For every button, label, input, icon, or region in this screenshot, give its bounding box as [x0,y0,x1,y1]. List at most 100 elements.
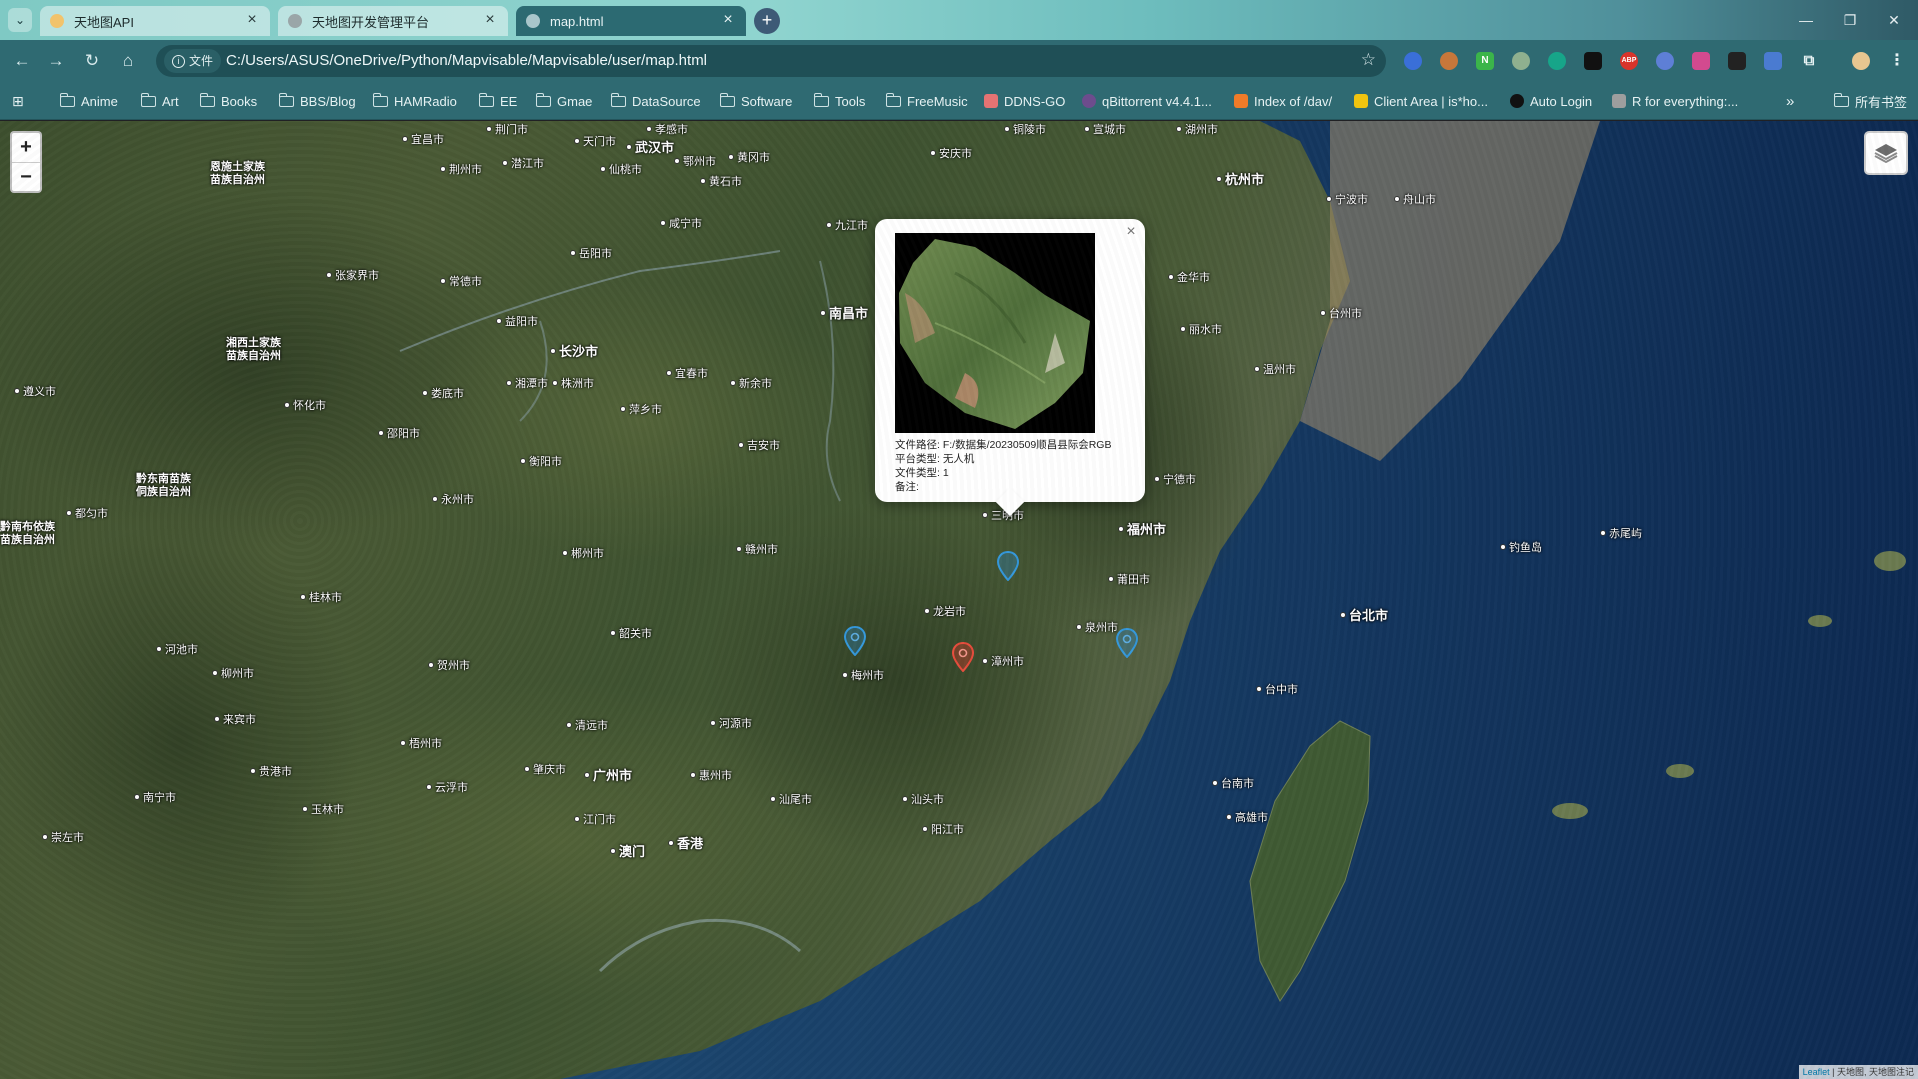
qbittorrent-icon [1082,94,1096,108]
bookmark-ddns-go[interactable]: DDNS-GO [984,91,1065,111]
place-label: 岳阳市 [570,245,612,261]
bookmark-folder-datasource[interactable]: DataSource [610,91,701,111]
bookmark-folder-books[interactable]: Books [199,91,257,111]
site-info-label: 文件 [189,54,214,68]
extension-cookie-icon[interactable] [1440,52,1458,70]
city-dot-icon [502,160,508,166]
extension-share-icon[interactable] [1656,52,1674,70]
tab-search-chevron-icon[interactable]: ⌄ [8,8,32,32]
bookmark-client-area[interactable]: Client Area | is*ho... [1354,91,1488,111]
extension-circle-icon[interactable] [1512,52,1530,70]
bookmark-folder-art[interactable]: Art [140,91,179,111]
bookmark-folder-anime[interactable]: Anime [59,91,118,111]
map-marker-blue-selected[interactable] [997,551,1019,581]
place-label: 黔东南苗族 侗族自治州 [136,473,191,499]
place-label: 九江市 [826,217,868,233]
bookmark-r-for-everything[interactable]: R for everything:... [1612,91,1738,111]
bookmark-folder-freemusic[interactable]: FreeMusic [885,91,968,111]
place-label: 赣州市 [736,541,778,557]
site-info-button[interactable]: i 文件 [164,49,222,73]
place-label: 郴州市 [562,545,604,561]
extension-dark-icon[interactable] [1584,52,1602,70]
city-dot-icon [674,158,680,164]
adblock-icon[interactable]: ABP [1620,52,1638,70]
tab-tianditu-api[interactable]: 天地图API × [40,6,270,36]
place-name: 娄底市 [431,388,464,400]
zoom-out-button[interactable]: − [12,162,40,191]
satellite-map[interactable]: 荆门市 孝感市 铜陵市 宣城市 湖州市 宜昌市 天门市 武汉市 鄂州市 黄冈市 安庆市 杭州市 恩施土家… [0,121,1918,1079]
place-name: 台北市 [1349,608,1389,623]
forward-icon[interactable]: → [44,49,68,73]
place-label: 河池市 [156,641,198,657]
folder-icon [59,92,75,107]
city-dot-icon [1168,274,1174,280]
back-icon[interactable]: ← [10,49,34,73]
place-name: 九江市 [835,220,868,232]
address-bar[interactable]: i 文件 C:/Users/ASUS/OneDrive/Python/Mapvi… [156,45,1386,77]
popup-close-button[interactable]: × [1123,223,1139,241]
tab-tianditu-dev-platform[interactable]: 天地图开发管理平台 × [278,6,508,36]
extension-refresh-icon[interactable] [1548,52,1566,70]
extension-incognito-icon[interactable] [1728,52,1746,70]
place-label: 梧州市 [400,735,442,751]
bookmark-folder-hamradio[interactable]: HAMRadio [372,91,457,111]
bookmark-folder-gmae[interactable]: Gmae [535,91,592,111]
city-dot-icon [924,608,930,614]
bookmark-qbittorrent[interactable]: qBittorrent v4.4.1... [1082,91,1212,111]
place-label: 黄冈市 [728,149,770,165]
place-label: 娄底市 [422,385,464,401]
folder-icon [372,92,388,107]
place-name: 南宁市 [143,792,176,804]
restore-icon[interactable]: ❐ [1830,8,1870,32]
leaflet-link[interactable]: Leaflet [1803,1067,1830,1077]
zoom-in-button[interactable]: + [12,133,40,162]
place-name: 鄂州市 [683,156,716,168]
popup-platform-type: 平台类型: 无人机 [895,453,975,465]
close-icon[interactable]: × [244,12,260,29]
bookmark-auto-login[interactable]: Auto Login [1510,91,1592,111]
extension-blue-icon[interactable] [1404,52,1422,70]
map-marker-red[interactable] [952,642,974,672]
map-marker-blue[interactable] [844,626,866,656]
bookmark-index-dav[interactable]: Index of /dav/ [1234,91,1332,111]
city-dot-icon [738,442,744,448]
city-dot-icon [690,772,696,778]
place-label: 湘西土家族 苗族自治州 [226,337,281,363]
place-label: 龙岩市 [924,603,966,619]
reload-icon[interactable]: ↻ [80,49,104,73]
layers-control-button[interactable] [1864,131,1908,175]
profile-avatar[interactable] [1852,52,1870,70]
bookmark-folder-ee[interactable]: EE [478,91,517,111]
url-text[interactable]: C:/Users/ASUS/OneDrive/Python/Mapvisable… [226,45,707,77]
extension-n-icon[interactable]: N [1476,52,1494,70]
bookmark-folder-tools[interactable]: Tools [813,91,865,111]
tab-map-html[interactable]: map.html × [516,6,746,36]
close-window-icon[interactable]: ✕ [1874,8,1914,32]
apps-grid-icon[interactable]: ⊞ [12,91,24,111]
close-icon[interactable]: × [482,12,498,29]
extensions-puzzle-icon[interactable]: ⧉ [1800,52,1818,70]
extension-pink-icon[interactable] [1692,52,1710,70]
place-name: 漳州市 [991,656,1024,668]
map-marker-blue[interactable] [1116,628,1138,658]
minimize-icon[interactable]: — [1786,8,1826,32]
city-dot-icon [826,222,832,228]
city-dot-icon [1212,780,1218,786]
city-dot-icon [378,430,384,436]
bookmarks-overflow-button[interactable]: » [1786,91,1794,111]
new-tab-button[interactable]: + [754,8,780,34]
all-bookmarks-folder[interactable]: 所有书签 [1833,91,1907,111]
city-dot-icon [562,550,568,556]
city-dot-icon [626,143,632,150]
bookmark-folder-software[interactable]: Software [719,91,792,111]
place-name: 贺州市 [437,660,470,672]
bookmark-folder-bbs-blog[interactable]: BBS/Blog [278,91,356,111]
bookmark-star-icon[interactable]: ☆ [1361,50,1376,70]
tab-title: 天地图API [74,14,134,30]
close-icon[interactable]: × [720,12,736,29]
more-menu-icon[interactable]: ⋮ [1888,52,1906,70]
translate-icon[interactable] [1764,52,1782,70]
home-icon[interactable]: ⌂ [116,49,140,73]
place-label: 宁德市 [1154,471,1196,487]
city-dot-icon [302,806,308,812]
